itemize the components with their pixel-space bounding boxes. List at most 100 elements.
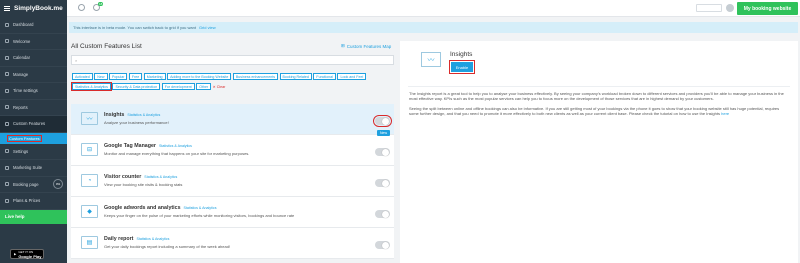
google-play-badge[interactable]: ▶ GET IT ON Google Play <box>10 249 44 259</box>
feature-item-daily-report[interactable]: ▤ Daily report Statistics & Analytics Get… <box>71 228 394 259</box>
search-input[interactable]: ⌕ <box>71 55 394 65</box>
sidebar-item-time-settings[interactable]: Time settings <box>0 83 67 100</box>
live-help-button[interactable]: Live help <box>0 209 67 224</box>
feature-desc: Monitor and manage everything that happe… <box>104 151 250 156</box>
feature-category[interactable]: Statistics & Analytics <box>127 113 160 117</box>
gtm-icon: ⊟ <box>81 143 98 156</box>
tag-filter-list: Activated New Popular Free Marketing Add… <box>70 73 396 92</box>
sidebar-item-reports[interactable]: Reports <box>0 100 67 116</box>
marketing-icon <box>5 165 9 170</box>
avatar[interactable] <box>726 4 734 12</box>
feature-toggle-visitor-counter[interactable] <box>375 179 390 187</box>
sidebar: Dashboard Welcome Calendar Manage Time s… <box>0 17 67 263</box>
tag-booking-related[interactable]: Booking Related <box>279 73 312 80</box>
tag-for-development[interactable]: For development <box>161 83 195 90</box>
company-select[interactable] <box>696 4 722 12</box>
tag-adding-more[interactable]: Adding more to the Booking Website <box>167 73 232 80</box>
sidebar-item-manage[interactable]: Manage <box>0 67 67 83</box>
tag-security[interactable]: Security & Data protection <box>112 83 161 90</box>
feature-category[interactable]: Statistics & Analytics <box>184 206 217 210</box>
sidebar-item-label: Custom Features <box>13 121 46 127</box>
clock-icon <box>5 88 9 93</box>
tag-statistics-analytics[interactable]: Statistics & Analytics <box>70 81 113 92</box>
sidebar-item-label: Booking page <box>13 181 39 187</box>
custom-features-map-link[interactable]: ⊞ Custom Features Map <box>341 43 391 49</box>
feature-item-google-tag-manager[interactable]: New ⊟ Google Tag Manager Statistics & Ana… <box>71 130 394 166</box>
tag-activated[interactable]: Activated <box>72 73 93 80</box>
list-title: All Custom Features List <box>71 43 142 50</box>
sidebar-item-calendar[interactable]: Calendar <box>0 50 67 67</box>
bell-icon[interactable]: 18 <box>93 2 104 11</box>
feature-desc: Analyze your business performance! <box>104 120 169 125</box>
feature-category[interactable]: Statistics & Analytics <box>136 237 169 241</box>
sidebar-item-label: Settings <box>13 148 29 154</box>
close-icon: ✕ <box>212 84 216 89</box>
feature-name: Google adwords and analytics <box>104 205 181 211</box>
sidebar-item-custom-features[interactable]: Custom Features <box>0 116 67 133</box>
feature-category[interactable]: Statistics & Analytics <box>159 144 192 148</box>
tag-marketing[interactable]: Marketing <box>143 73 166 80</box>
tutorial-link[interactable]: here <box>721 111 729 116</box>
sidebar-item-welcome[interactable]: Welcome <box>0 34 67 50</box>
search-icon: ⌕ <box>75 57 78 63</box>
sidebar-item-label: Marketing Suite <box>13 165 43 171</box>
tag-look-and-feel[interactable]: Look and Feel <box>337 73 367 80</box>
tag-new[interactable]: New <box>94 73 108 80</box>
feature-item-insights[interactable]: 〰 Insights Statistics & Analytics Analyze… <box>71 104 394 135</box>
grid-view-link[interactable]: Grid view <box>199 25 216 30</box>
feature-toggle-google-tag-manager[interactable] <box>375 148 390 156</box>
feature-toggle-daily-report[interactable] <box>375 241 390 249</box>
tag-business-enhancements[interactable]: Business enhancements <box>232 73 278 80</box>
tag-functional[interactable]: Functional <box>313 73 336 80</box>
home-icon <box>5 39 9 44</box>
my-booking-website-button[interactable]: My booking website <box>737 2 798 15</box>
counter-icon: ◔ <box>81 174 98 187</box>
feature-item-google-adwords[interactable]: ◆ Google adwords and analytics Statistics… <box>71 197 394 228</box>
map-icon: ⊞ <box>341 43 345 48</box>
gear-icon <box>5 149 9 154</box>
sidebar-subitem-custom-features[interactable]: Custom Features <box>0 132 67 144</box>
sidebar-item-booking-page[interactable]: Booking page 0% <box>0 177 67 193</box>
sidebar-item-label: Time settings <box>13 88 38 94</box>
sidebar-item-label: Calendar <box>13 55 30 61</box>
reports-icon <box>5 105 9 110</box>
menu-icon[interactable] <box>4 6 10 11</box>
feature-name: Insights <box>104 112 125 118</box>
sidebar-subitem-label: Custom Features <box>7 134 42 142</box>
sidebar-item-settings[interactable]: Settings <box>0 144 67 160</box>
feature-category[interactable]: Statistics & Analytics <box>144 175 177 179</box>
top-icons: 18 <box>78 2 104 11</box>
sidebar-item-label: Reports <box>13 104 28 110</box>
google-play-label: Google Play <box>18 253 42 259</box>
app-logo[interactable]: SimplyBook.me <box>14 5 63 12</box>
top-bar: SimplyBook.me 18 My booking website <box>0 0 800 17</box>
sidebar-item-dashboard[interactable]: Dashboard <box>0 17 67 34</box>
sidebar-item-label: Plans & Prices <box>13 198 41 204</box>
dashboard-icon <box>5 22 9 27</box>
feature-name: Daily report <box>104 236 134 242</box>
sidebar-item-marketing-suite[interactable]: Marketing Suite <box>0 160 67 177</box>
lock-icon[interactable] <box>78 4 85 11</box>
feature-toggle-google-adwords[interactable] <box>375 210 390 218</box>
sidebar-item-label: Welcome <box>13 38 31 44</box>
feature-detail-panel: 〰 Insights Enable The Insights report is… <box>400 41 798 263</box>
tag-free[interactable]: Free <box>128 73 143 80</box>
new-badge: New <box>376 130 390 136</box>
enable-button[interactable]: Enable <box>448 59 476 75</box>
sidebar-item-plans-prices[interactable]: Plans & Prices <box>0 193 67 210</box>
chart-icon: 〰 <box>81 112 98 125</box>
beta-banner-text: This interface is in beta mode. You can … <box>73 25 196 30</box>
user-area <box>696 4 734 12</box>
chart-icon: 〰 <box>421 52 441 67</box>
sidebar-item-label: Dashboard <box>13 22 34 28</box>
tag-popular[interactable]: Popular <box>109 73 128 80</box>
tag-other[interactable]: Other <box>196 83 212 90</box>
booking-icon <box>5 182 9 187</box>
report-icon: ▤ <box>81 236 98 249</box>
feature-name: Visitor counter <box>104 174 142 180</box>
feature-item-visitor-counter[interactable]: ◔ Visitor counter Statistics & Analytics … <box>71 166 394 197</box>
feature-desc: Keeps your finger on the pulse of your m… <box>104 213 295 218</box>
feature-toggle-insights[interactable] <box>373 115 392 127</box>
clear-filters-button[interactable]: ✕ Clear <box>213 83 226 90</box>
calendar-icon <box>5 55 9 60</box>
